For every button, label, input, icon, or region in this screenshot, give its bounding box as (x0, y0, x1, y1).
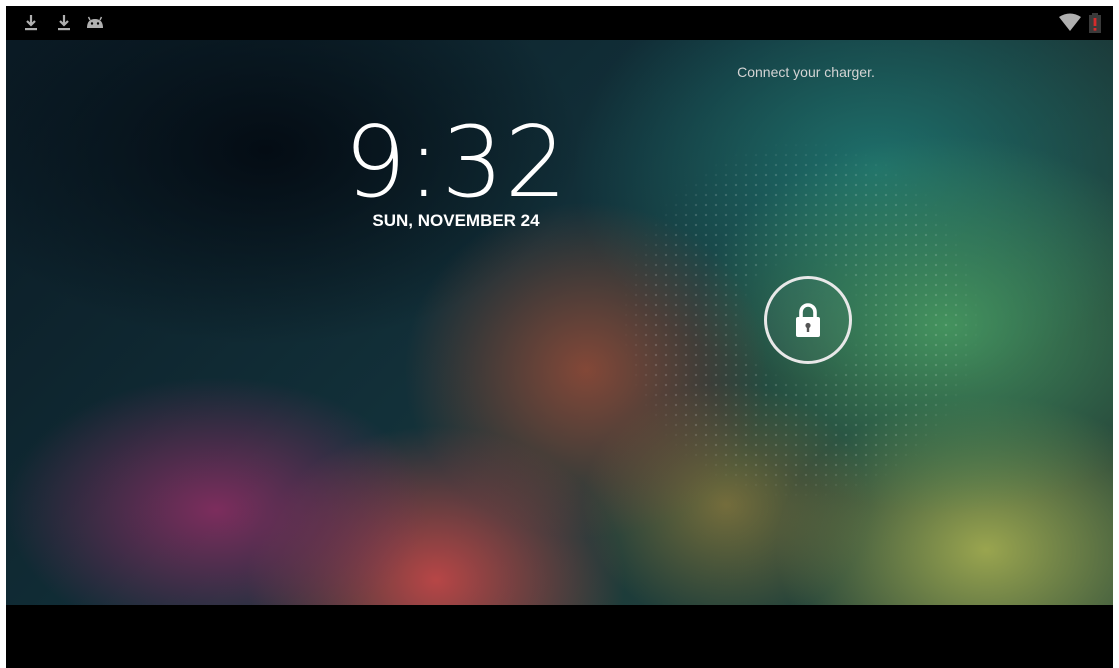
battery-low-icon (1088, 13, 1102, 33)
unlock-handle[interactable] (764, 276, 852, 364)
clock-time: 9:32 (343, 106, 569, 220)
navigation-bar (6, 605, 1113, 668)
clock-date: SUN, NOVEMBER 24 (372, 211, 540, 230)
lockscreen-wallpaper[interactable]: Connect your charger. 9:32 SUN, NOVEMBER… (6, 40, 1113, 605)
status-bar[interactable] (6, 6, 1113, 40)
wifi-icon (1058, 13, 1082, 33)
device-screen: Connect your charger. 9:32 SUN, NOVEMBER… (6, 6, 1113, 668)
android-icon (85, 13, 105, 33)
download-icon (54, 13, 74, 33)
download-icon (21, 13, 41, 33)
charger-message: Connect your charger. (737, 64, 875, 80)
lock-icon (796, 303, 820, 337)
